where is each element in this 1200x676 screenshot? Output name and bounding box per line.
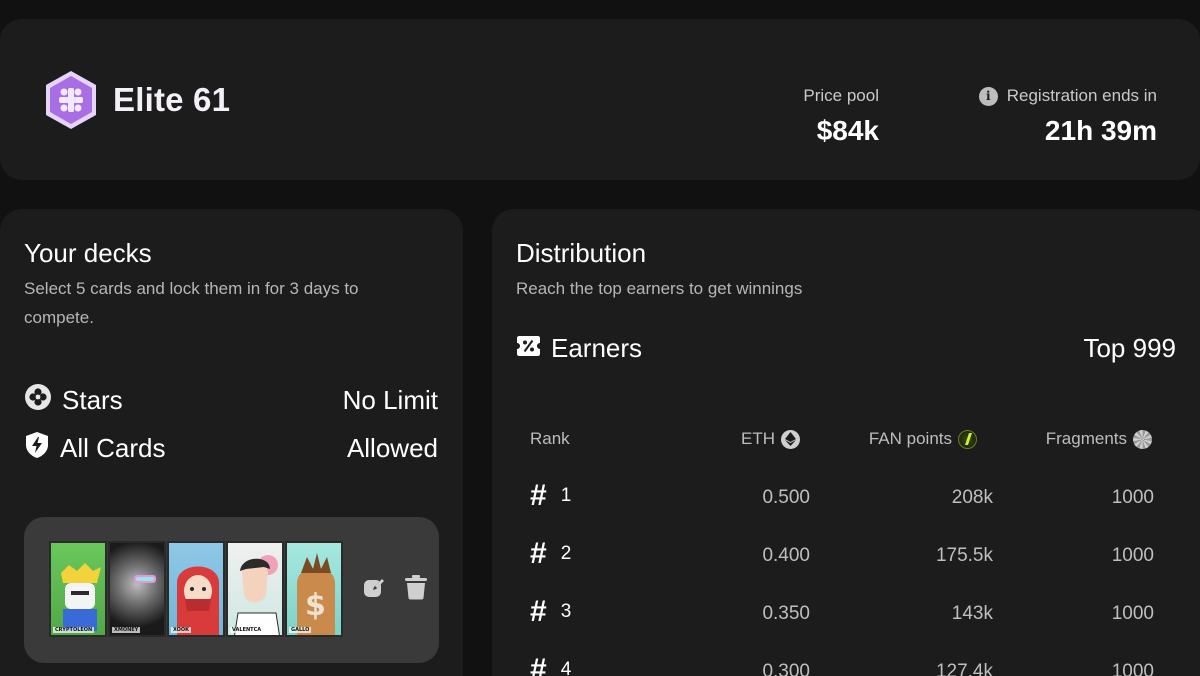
fan-points-value: 208k	[951, 487, 993, 508]
eth-value: 0.300	[762, 661, 810, 676]
decks-title: Your decks	[24, 238, 152, 268]
decks-panel: Your decks Select 5 cards and lock them …	[0, 209, 463, 676]
ticket-icon	[516, 333, 541, 364]
card-name: XOOK	[171, 627, 192, 633]
card-name: GALLO	[289, 627, 312, 633]
earners-header: Earners Top 999	[516, 333, 1176, 364]
card-thumbnail[interactable]: VALENTCA	[226, 541, 284, 637]
edit-deck-button[interactable]	[360, 575, 388, 603]
table-row: #4 0.300 127.4k 1000	[530, 653, 1154, 676]
tournament-page: Elite 61 Price pool $84k i Registration …	[0, 0, 1200, 676]
info-icon[interactable]: i	[978, 86, 998, 106]
eth-value: 0.400	[762, 545, 810, 566]
card-thumbnail[interactable]: CRYPTOLEON	[49, 541, 107, 637]
fragments-icon	[1133, 429, 1152, 449]
hash-icon: #	[530, 595, 547, 628]
rule-stars-label: Stars	[62, 384, 123, 415]
card-name: XMONEY	[112, 627, 141, 633]
clover-icon	[24, 383, 52, 418]
table-row: #1 0.500 208k 1000	[530, 479, 1154, 513]
rank-value: 4	[560, 659, 572, 676]
column-fan-points-label: FAN points	[868, 429, 952, 448]
deck-item[interactable]: CRYPTOLEON XMONEY XOOK VALENTCA $ GALLO	[24, 517, 439, 663]
fragments-value: 1000	[1111, 603, 1154, 624]
column-rank-label: Rank	[530, 429, 570, 448]
earners-value: Top 999	[1083, 333, 1176, 363]
hash-icon: #	[530, 653, 547, 676]
distribution-subtitle: Reach the top earners to get winnings	[516, 279, 803, 298]
column-fragments-label: Fragments	[1045, 429, 1127, 448]
card-name: CRYPTOLEON	[53, 627, 95, 633]
rule-all-cards-value: Allowed	[346, 432, 438, 463]
registration-label: i Registration ends in	[978, 86, 1157, 106]
eth-value: 0.500	[762, 487, 810, 508]
tournament-header: Elite 61 Price pool $84k i Registration …	[0, 19, 1200, 180]
deck-cards: CRYPTOLEON XMONEY XOOK VALENTCA $ GALLO	[49, 541, 355, 637]
tournament-title: Elite 61	[113, 81, 231, 118]
price-pool-label: Price pool	[803, 86, 879, 105]
earners-label: Earners	[551, 333, 643, 363]
table-row: #3 0.350 143k 1000	[530, 595, 1154, 629]
distribution-panel: Distribution Reach the top earners to ge…	[492, 209, 1200, 676]
rule-all-cards: All Cards Allowed	[24, 431, 438, 466]
eth-icon	[781, 429, 800, 449]
fragments-value: 1000	[1111, 661, 1154, 676]
fragments-value: 1000	[1111, 545, 1154, 566]
card-name: VALENTCA	[230, 627, 264, 633]
rule-stars-value: No Limit	[342, 384, 438, 415]
table-row: #2 0.400 175.5k 1000	[530, 537, 1154, 571]
column-fragments: Fragments	[1046, 429, 1152, 449]
rank-value: 3	[560, 601, 572, 622]
shield-bolt-icon	[24, 431, 50, 466]
decks-subtitle: Select 5 cards and lock them in for 3 da…	[24, 279, 359, 327]
price-pool-value: $84k	[816, 115, 879, 146]
fragments-value: 1000	[1111, 487, 1154, 508]
rank-value: 1	[560, 485, 572, 506]
column-rank: Rank	[530, 429, 570, 449]
delete-deck-button[interactable]	[402, 574, 430, 605]
fan-points-value: 127.4k	[935, 661, 993, 676]
trash-icon	[404, 574, 428, 605]
hash-icon: #	[530, 537, 547, 570]
column-eth: ETH	[741, 429, 800, 449]
eth-value: 0.350	[762, 603, 810, 624]
hash-icon: #	[530, 479, 547, 512]
rank-value: 2	[560, 543, 572, 564]
card-thumbnail[interactable]: XOOK	[167, 541, 225, 637]
column-fan-points: FAN points	[869, 429, 977, 449]
card-thumbnail[interactable]: $ GALLO	[285, 541, 343, 637]
fan-points-value: 175.5k	[935, 545, 993, 566]
distribution-title: Distribution	[516, 238, 647, 268]
svg-text:$: $	[305, 588, 326, 623]
rule-stars: Stars No Limit	[24, 383, 438, 418]
registration-label-text: Registration ends in	[1006, 86, 1157, 105]
fan-points-icon	[958, 429, 977, 449]
edit-icon	[362, 575, 386, 604]
registration-countdown: 21h 39m	[1044, 115, 1157, 146]
rule-all-cards-label: All Cards	[60, 432, 166, 463]
card-thumbnail[interactable]: XMONEY	[108, 541, 166, 637]
column-eth-label: ETH	[741, 429, 775, 448]
tournament-logo-icon	[44, 70, 98, 130]
fan-points-value: 143k	[951, 603, 993, 624]
